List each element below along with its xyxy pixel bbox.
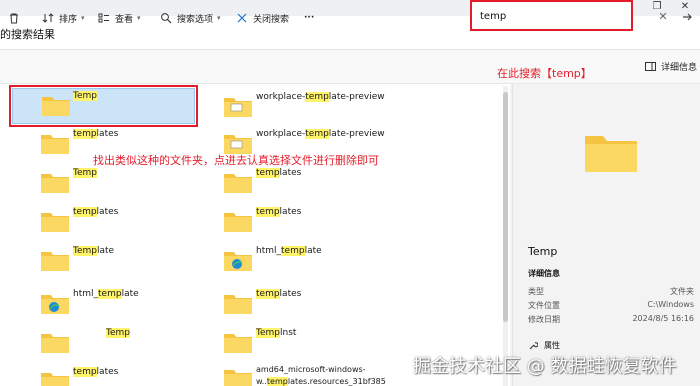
- list-item[interactable]: workplace-template-preview: [223, 90, 413, 126]
- folder-icon: [41, 373, 69, 386]
- list-item[interactable]: Templnst: [223, 326, 413, 362]
- details-pane-icon: [645, 62, 656, 71]
- watermark: 掘金技术社区 @ 数据蛙恢复软件: [413, 356, 677, 377]
- folder-icon: [41, 174, 69, 193]
- item-name: templates: [256, 168, 302, 178]
- list-item[interactable]: Temp: [40, 166, 230, 202]
- highlight-box-annotation: [9, 85, 198, 127]
- details-button[interactable]: 详细信息: [645, 60, 697, 73]
- html-folder-icon: [224, 252, 252, 271]
- preview-type-value: 文件夹: [670, 287, 694, 296]
- list-item[interactable]: templates: [40, 365, 230, 386]
- sort-label: 排序: [59, 14, 78, 25]
- search-options-icon: [161, 13, 172, 24]
- folder-icon: [224, 334, 252, 353]
- clear-search-icon[interactable]: ✕: [656, 10, 670, 24]
- more-options-button[interactable]: ···: [304, 10, 314, 26]
- search-icon[interactable]: [680, 10, 694, 24]
- search-input[interactable]: temp: [470, 0, 633, 31]
- folder-icon: [41, 213, 69, 232]
- delete-button[interactable]: [8, 10, 25, 26]
- item-name: workplace-template-preview: [256, 92, 385, 102]
- item-name: Temp: [73, 168, 97, 178]
- view-icon: [98, 13, 109, 23]
- folder-icon: [224, 213, 252, 232]
- item-name: templates: [73, 129, 119, 139]
- list-item[interactable]: Template: [40, 244, 230, 280]
- folder-icon: [41, 252, 69, 271]
- item-name: html_template: [73, 289, 139, 299]
- search-annotation: 在此搜索【temp】: [497, 67, 592, 80]
- details-label: 详细信息: [661, 63, 698, 73]
- trash-icon: [10, 13, 18, 24]
- scrollbar-thumb[interactable]: [503, 92, 508, 322]
- search-query[interactable]: temp: [480, 11, 506, 22]
- preview-location-value: C:\Windows: [647, 300, 694, 309]
- folder-icon: [41, 334, 69, 353]
- item-name: Templnst: [256, 328, 297, 338]
- wrench-icon: [529, 341, 538, 349]
- folder-icon: [224, 98, 252, 117]
- list-item[interactable]: templates: [223, 166, 413, 202]
- list-item[interactable]: templates: [223, 287, 413, 323]
- list-item[interactable]: html_template: [223, 244, 413, 280]
- close-icon: [237, 13, 247, 23]
- item-name: workplace-template-preview: [256, 129, 385, 139]
- preview-section-label: 详细信息: [528, 269, 560, 278]
- list-item[interactable]: Temp: [40, 326, 230, 362]
- preview-type-label: 类型: [528, 287, 544, 296]
- preview-title: Temp: [528, 245, 558, 258]
- list-item[interactable]: templates: [40, 205, 230, 241]
- item-name: templates: [73, 367, 119, 377]
- close-search-label: 关闭搜索: [253, 14, 290, 25]
- preview-location-label: 文件位置: [528, 301, 560, 310]
- list-item[interactable]: html_template: [40, 287, 230, 323]
- item-name: templates: [256, 289, 302, 299]
- item-name: templates: [73, 207, 119, 217]
- location-text[interactable]: 的搜索结果: [0, 26, 55, 42]
- item-name: templates: [256, 207, 302, 217]
- view-label: 查看: [115, 14, 134, 25]
- folder-icon: [224, 174, 252, 193]
- folder-icon: [41, 135, 69, 154]
- item-name: Template: [73, 246, 115, 256]
- item-name: amd64_microsoft-windows-w..templates.res…: [256, 365, 386, 386]
- list-item[interactable]: amd64_microsoft-windows-w..templates.res…: [223, 362, 413, 386]
- search-options-button[interactable]: 搜索选项 ▾: [160, 10, 221, 26]
- command-bar: [0, 50, 700, 84]
- item-name: Temp: [106, 328, 130, 338]
- attributes-button[interactable]: 属性: [528, 340, 560, 351]
- sort-icon: [42, 13, 54, 23]
- html-folder-icon: [41, 295, 69, 314]
- preview-modified-value: 2024/8/5 16:16: [632, 314, 694, 323]
- preview-modified-label: 修改日期: [528, 315, 560, 324]
- attributes-label: 属性: [544, 341, 560, 350]
- folder-icon: [224, 370, 252, 386]
- folder-icon: [224, 295, 252, 314]
- close-search-button[interactable]: 关闭搜索: [236, 10, 289, 26]
- search-options-label: 搜索选项: [177, 14, 214, 25]
- item-name: html_template: [256, 246, 322, 256]
- sort-button[interactable]: 排序 ▾: [42, 10, 85, 26]
- find-annotation: 找出类似这种的文件夹，点进去认真选择文件进行删除即可: [93, 154, 379, 167]
- view-button[interactable]: 查看 ▾: [98, 10, 141, 26]
- list-item[interactable]: templates: [223, 205, 413, 241]
- preview-folder-icon: [585, 136, 637, 172]
